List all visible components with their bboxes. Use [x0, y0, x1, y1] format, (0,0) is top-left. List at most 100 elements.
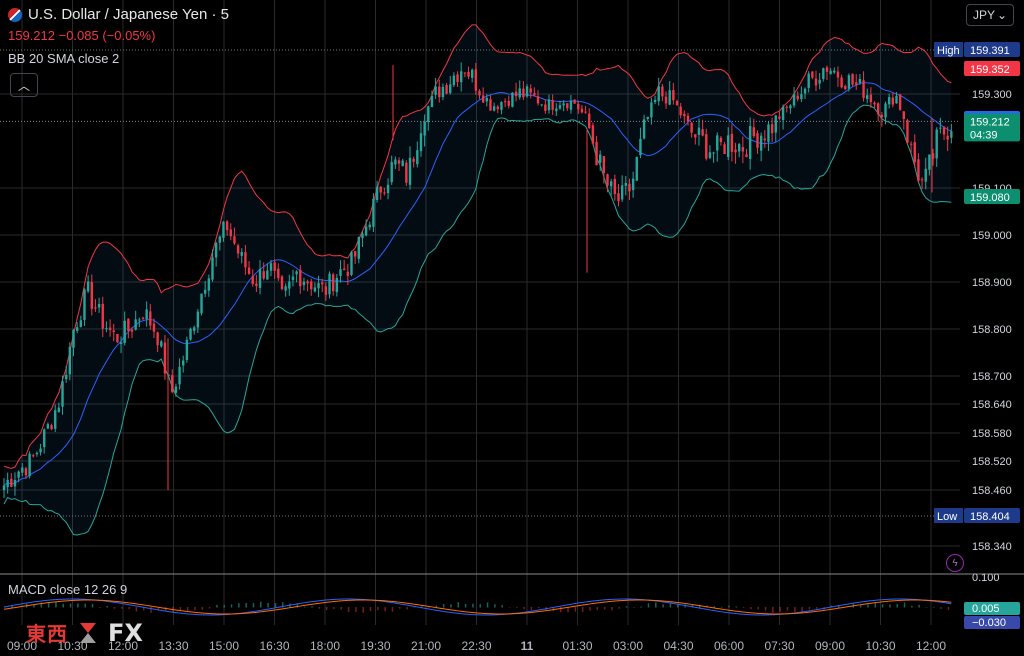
macd-histogram-bar [472, 603, 474, 608]
candle-body [781, 106, 785, 121]
candle-body [822, 68, 825, 79]
candle-body [778, 116, 781, 119]
macd-histogram-bar [113, 607, 116, 609]
candle-body [869, 94, 873, 103]
candle-body [551, 100, 554, 110]
candle-body [203, 289, 207, 294]
macd-histogram-bar [230, 604, 233, 608]
candle-body [642, 119, 646, 139]
macd-histogram-bar [318, 607, 321, 609]
candle-body [174, 386, 178, 393]
candle-body [887, 97, 891, 105]
candle-body [507, 100, 510, 106]
candle-body [427, 106, 430, 123]
candle-body [324, 286, 328, 295]
candle-body [679, 106, 682, 116]
candle-body [500, 102, 503, 110]
macd-histogram-bar [464, 603, 467, 608]
macd-histogram-bar [589, 607, 591, 611]
candle-body [566, 103, 569, 109]
candle-body [485, 97, 489, 102]
candle-body [503, 101, 507, 103]
macd-histogram-bar [333, 607, 335, 610]
macd-histogram-bar [808, 607, 811, 610]
candle-body [335, 277, 339, 293]
candle-body [328, 273, 331, 295]
indicator-bb-label[interactable]: BB 20 SMA close 2 [8, 51, 119, 66]
macd-histogram-bar [186, 607, 189, 612]
candle-body [789, 105, 792, 109]
candle-body [32, 455, 35, 457]
macd-histogram-bar [655, 602, 657, 608]
price-chart[interactable]: 159.300159.100159.000158.900158.800158.7… [0, 0, 1024, 656]
candle-body [628, 183, 631, 192]
candle-body [624, 183, 628, 186]
candle-body [741, 147, 745, 152]
macd-histogram-bar [179, 607, 182, 611]
candle-body [112, 330, 115, 333]
candle-body [613, 178, 617, 195]
macd-histogram-bar [633, 607, 635, 608]
lightning-icon[interactable]: ϟ [946, 554, 964, 572]
x-tick-label: 09:00 [815, 639, 845, 653]
macd-histogram-bar [311, 606, 313, 608]
x-tick-label: 11 [521, 639, 534, 653]
candle-body [200, 293, 203, 314]
candle-body [898, 94, 902, 110]
macd-histogram-bar [238, 603, 240, 608]
candle-body [767, 124, 770, 142]
macd-histogram-bar [611, 607, 613, 611]
macd-histogram-bar [223, 605, 225, 608]
macd-histogram-bar [252, 602, 255, 608]
price-tag-label: Low [937, 511, 957, 523]
candle-body [189, 328, 192, 340]
y-tick-label: 158.460 [972, 485, 1012, 497]
candle-body [763, 138, 766, 141]
candle-body [295, 271, 298, 275]
price-tag-value: 159.212 [970, 116, 1010, 128]
macd-histogram-bar [640, 606, 642, 608]
candle-body [803, 88, 807, 94]
indicator-macd-label[interactable]: MACD close 12 26 9 [8, 582, 127, 597]
candle-body [182, 360, 185, 366]
symbol-header[interactable]: U.S. Dollar / Japanese Yen · 5 [8, 6, 229, 23]
candle-body [54, 410, 57, 429]
candle-body [569, 100, 573, 110]
candle-body [269, 263, 273, 271]
candle-body [430, 95, 434, 107]
macd-histogram-bar [603, 607, 606, 610]
candle-body [463, 72, 467, 74]
candle-body [57, 407, 61, 412]
candle-body [123, 320, 126, 343]
candle-body [149, 311, 152, 326]
candle-body [942, 127, 946, 135]
chevron-up-icon[interactable]: ︿ [10, 73, 38, 97]
candle-body [207, 278, 211, 291]
candle-body [891, 97, 895, 105]
macd-tag-value: −0.030 [972, 617, 1006, 629]
candle-body [302, 281, 306, 286]
candle-body [233, 236, 236, 244]
macd-histogram-bar [889, 604, 891, 608]
candle-body [441, 86, 445, 98]
y-tick-label: 158.700 [972, 371, 1012, 383]
candle-body [650, 102, 653, 118]
candle-body [386, 184, 390, 194]
macd-histogram-bar [128, 607, 130, 610]
candle-body [368, 224, 371, 228]
candle-body [255, 283, 258, 287]
macd-histogram-bar [918, 604, 920, 608]
candle-body [28, 453, 31, 477]
candle-body [229, 229, 232, 237]
x-tick-label: 13:30 [158, 639, 188, 653]
macd-histogram-bar [486, 602, 489, 608]
candle-body [544, 104, 547, 111]
candle-body [456, 74, 459, 83]
currency-dropdown[interactable]: JPY ⌄ [966, 4, 1014, 26]
logo-kanji: 東西 [26, 624, 68, 646]
candle-body [858, 78, 862, 83]
macd-histogram-bar [903, 602, 906, 608]
macd-histogram-bar [84, 603, 86, 608]
candle-body [225, 221, 229, 231]
macd-histogram-bar [625, 606, 628, 608]
